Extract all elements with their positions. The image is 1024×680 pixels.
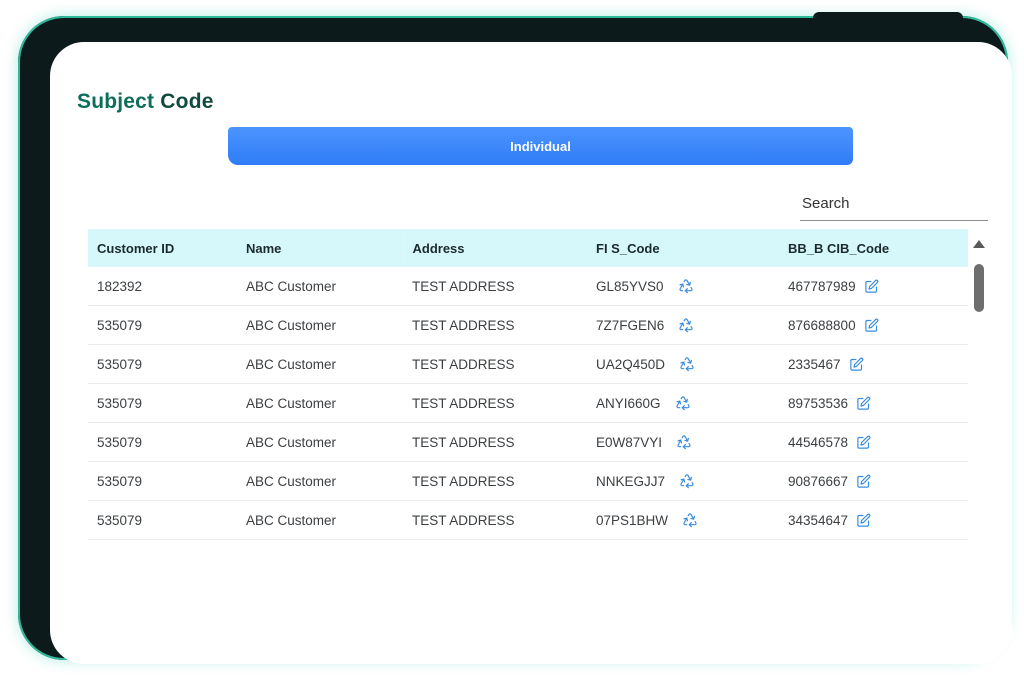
cell-cib-code: 876688800 xyxy=(779,305,968,345)
cell-address: TEST ADDRESS xyxy=(403,267,587,306)
table-row[interactable]: 535079 ABC Customer TEST ADDRESS NNKEGJJ… xyxy=(88,461,968,501)
search-field xyxy=(800,188,990,221)
edit-icon[interactable] xyxy=(864,279,879,294)
cell-fi-code: E0W87VYI xyxy=(587,422,779,462)
cell-customer-id: 535079 xyxy=(88,422,237,462)
customer-table: Customer ID Name Address FI S_Code BB_B … xyxy=(88,229,968,542)
recycle-icon[interactable] xyxy=(679,473,695,489)
column-header-fi-code[interactable]: FI S_Code xyxy=(587,229,779,267)
cell-name: ABC Customer xyxy=(237,383,403,423)
cell-customer-id: 535079 xyxy=(88,461,237,501)
table-body: 182392 ABC Customer TEST ADDRESS GL85YVS… xyxy=(88,267,968,540)
recycle-icon[interactable] xyxy=(682,512,698,528)
table-row[interactable]: 535079 ABC Customer TEST ADDRESS 7Z7FGEN… xyxy=(88,305,968,345)
cell-customer-id: 535079 xyxy=(88,500,237,540)
column-header-name[interactable]: Name xyxy=(237,229,403,267)
device-notch xyxy=(813,12,963,22)
recycle-icon[interactable] xyxy=(675,395,691,411)
scroll-up-arrow-icon[interactable] xyxy=(973,240,985,248)
cell-fi-code: GL85YVS0 xyxy=(587,267,779,306)
cell-name: ABC Customer xyxy=(237,461,403,501)
cib-code-value: 44546578 xyxy=(788,434,849,450)
column-header-address[interactable]: Address xyxy=(402,229,587,267)
page-title-word-1: Subject xyxy=(77,90,155,113)
recycle-icon[interactable] xyxy=(679,356,695,372)
cib-code-value: 876688800 xyxy=(788,317,856,333)
recycle-icon[interactable] xyxy=(678,278,694,294)
tab-individual-label: Individual xyxy=(510,138,571,154)
cell-customer-id: 535079 xyxy=(88,305,237,345)
cell-cib-code: 34354647 xyxy=(779,500,968,540)
fi-code-value: 7Z7FGEN6 xyxy=(596,317,665,333)
edit-icon[interactable] xyxy=(856,396,871,411)
edit-icon[interactable] xyxy=(864,318,879,333)
cib-code-value: 34354647 xyxy=(788,512,849,528)
cell-address: TEST ADDRESS xyxy=(403,500,587,540)
page-title-word-2: Code xyxy=(160,90,214,113)
cell-cib-code: 90876667 xyxy=(779,461,968,501)
table-row[interactable]: 535079 ABC Customer TEST ADDRESS 07PS1BH… xyxy=(88,500,968,540)
tab-individual[interactable]: Individual xyxy=(228,127,853,165)
fi-code-value: ANYI660G xyxy=(596,395,661,411)
recycle-icon[interactable] xyxy=(676,434,692,450)
cell-cib-code: 44546578 xyxy=(779,422,968,462)
table-header-row: Customer ID Name Address FI S_Code BB_B … xyxy=(88,229,968,267)
app-screen: Subject Code Individual Customer ID Name… xyxy=(50,42,1012,664)
fi-code-value: UA2Q450D xyxy=(596,356,666,372)
cell-address: TEST ADDRESS xyxy=(403,461,587,501)
edit-icon[interactable] xyxy=(856,513,871,528)
page-title: Subject Code xyxy=(77,90,214,114)
table-row[interactable]: 182392 ABC Customer TEST ADDRESS GL85YVS… xyxy=(88,267,968,306)
cell-customer-id: 182392 xyxy=(88,267,237,306)
table-row[interactable]: 535079 ABC Customer TEST ADDRESS ANYI660… xyxy=(88,383,968,423)
cib-code-value: 89753536 xyxy=(788,395,849,411)
fi-code-value: E0W87VYI xyxy=(596,434,663,450)
cell-address: TEST ADDRESS xyxy=(403,422,587,462)
cell-customer-id: 535079 xyxy=(88,344,237,384)
edit-icon[interactable] xyxy=(856,474,871,489)
vertical-scrollbar[interactable] xyxy=(972,238,986,538)
cib-code-value: 90876667 xyxy=(788,473,849,489)
edit-icon[interactable] xyxy=(856,435,871,450)
cell-name: ABC Customer xyxy=(237,344,403,384)
scrollbar-thumb[interactable] xyxy=(974,264,984,312)
edit-icon[interactable] xyxy=(849,357,864,372)
cell-fi-code: 7Z7FGEN6 xyxy=(587,305,779,345)
cib-code-value: 467787989 xyxy=(788,278,856,294)
cell-address: TEST ADDRESS xyxy=(403,305,587,345)
search-input[interactable] xyxy=(800,188,990,218)
fi-code-value: GL85YVS0 xyxy=(596,278,664,294)
cell-fi-code: ANYI660G xyxy=(587,383,779,423)
cell-name: ABC Customer xyxy=(237,305,403,345)
cell-name: ABC Customer xyxy=(237,267,403,306)
cib-code-value: 2335467 xyxy=(788,356,841,372)
device-frame: Subject Code Individual Customer ID Name… xyxy=(18,12,1012,664)
fi-code-value: NNKEGJJ7 xyxy=(596,473,666,489)
cell-cib-code: 467787989 xyxy=(779,267,968,306)
table-row[interactable]: 535079 ABC Customer TEST ADDRESS E0W87VY… xyxy=(88,422,968,462)
cell-cib-code: 89753536 xyxy=(779,383,968,423)
cell-fi-code: UA2Q450D xyxy=(587,344,779,384)
table-row[interactable]: 535079 ABC Customer TEST ADDRESS UA2Q450… xyxy=(88,344,968,384)
cell-name: ABC Customer xyxy=(237,422,403,462)
cell-address: TEST ADDRESS xyxy=(403,344,587,384)
column-header-customer-id[interactable]: Customer ID xyxy=(88,229,237,267)
cell-name: ABC Customer xyxy=(237,500,403,540)
cell-address: TEST ADDRESS xyxy=(403,383,587,423)
cell-cib-code: 2335467 xyxy=(779,344,968,384)
cell-fi-code: 07PS1BHW xyxy=(587,500,779,540)
column-header-cib-code[interactable]: BB_B CIB_Code xyxy=(779,229,968,267)
cell-customer-id: 535079 xyxy=(88,383,237,423)
recycle-icon[interactable] xyxy=(678,317,694,333)
fi-code-value: 07PS1BHW xyxy=(596,512,669,528)
cell-fi-code: NNKEGJJ7 xyxy=(587,461,779,501)
